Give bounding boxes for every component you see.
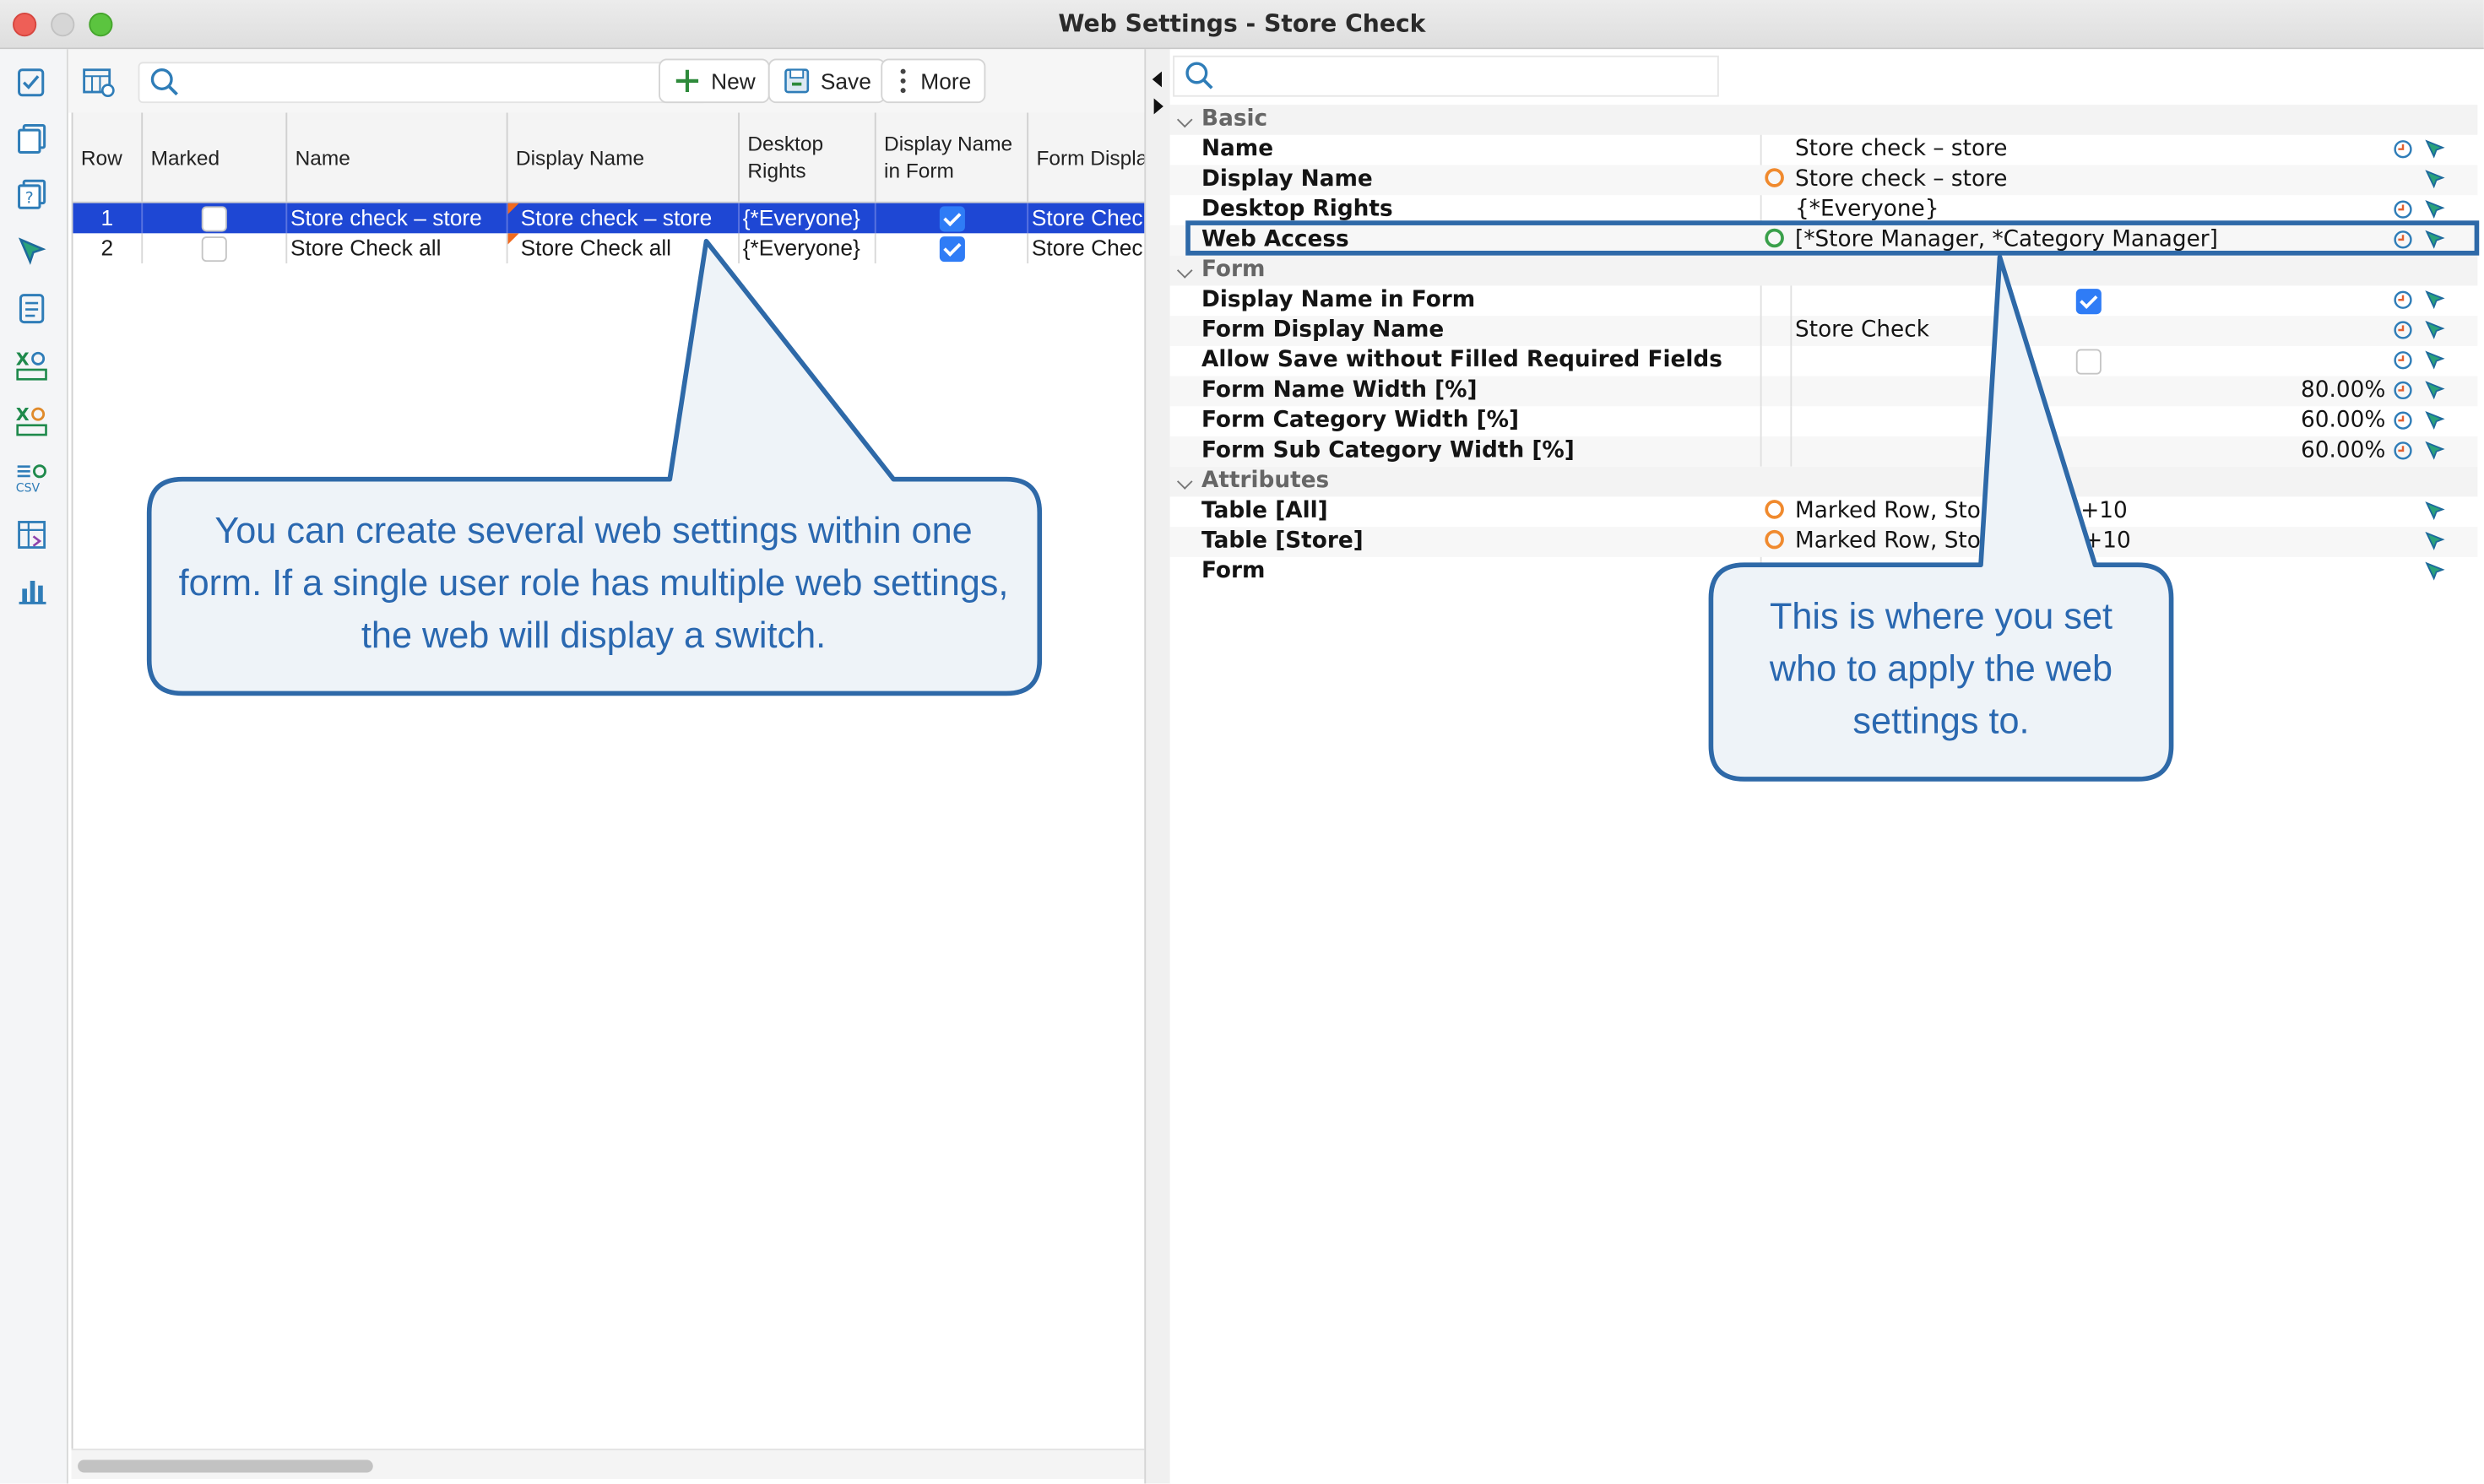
left-callout-text: You can create several web settings with… — [178, 509, 1009, 656]
right-callout-text: This is where you set who to apply the w… — [1769, 594, 2113, 741]
